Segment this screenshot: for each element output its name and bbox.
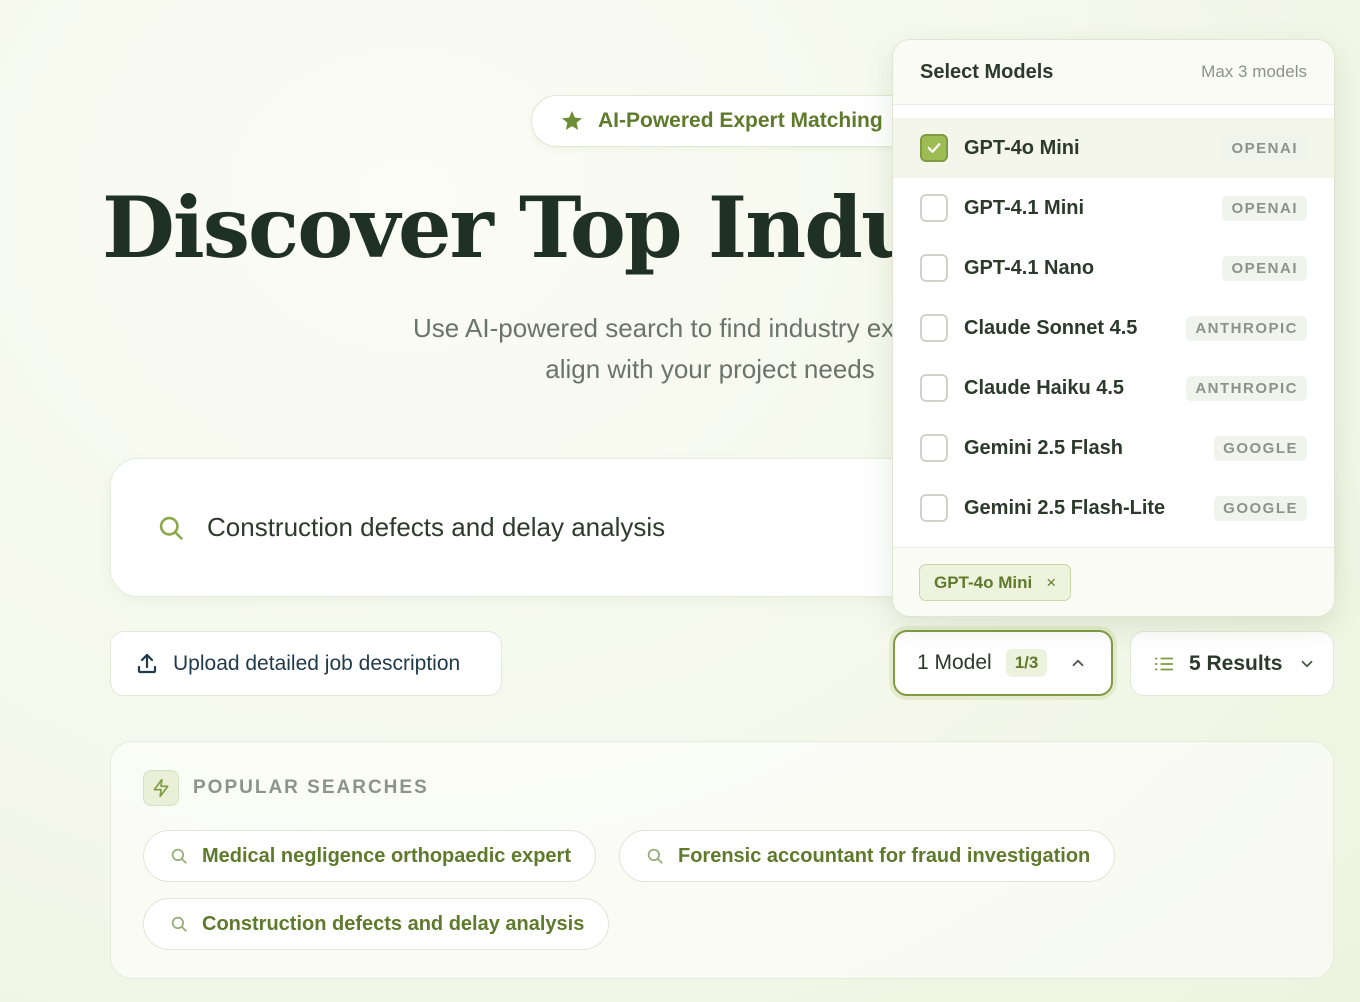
search-icon [647,848,663,864]
chip-label: Forensic accountant for fraud investigat… [678,844,1091,867]
lightning-icon [143,770,179,806]
popular-searches-title: POPULAR SEARCHES [193,777,429,798]
check-icon [927,143,941,153]
model-option-gpt-4-1-nano[interactable]: GPT-4.1 Nano OPENAI [893,238,1334,298]
model-checkbox[interactable] [920,254,948,282]
model-option-claude-haiku-4-5[interactable]: Claude Haiku 4.5 ANTHROPIC [893,358,1334,418]
model-checkbox[interactable] [920,194,948,222]
popular-searches-header: POPULAR SEARCHES [143,770,429,806]
selected-models-footer: GPT-4o Mini × [893,547,1334,616]
model-checkbox[interactable] [920,494,948,522]
upload-icon [137,653,157,673]
chevron-down-icon [1301,660,1313,667]
list-icon [1154,657,1174,670]
model-name: Claude Haiku 4.5 [964,376,1125,399]
model-name: GPT-4o Mini [964,136,1080,159]
provider-badge: OPENAI [1222,195,1307,221]
popular-searches-panel: POPULAR SEARCHES Medical negligence orth… [110,741,1334,979]
model-option-gemini-2-5-flash-lite[interactable]: Gemini 2.5 Flash-Lite GOOGLE [893,478,1334,538]
page-title-main: Discover Top Indus [102,178,967,277]
model-checkbox[interactable] [920,374,948,402]
chip-label: Construction defects and delay analysis [202,912,585,935]
upload-job-description-button[interactable]: Upload detailed job description [110,631,502,696]
results-count-button[interactable]: 5 Results [1130,631,1334,696]
model-name: Claude Sonnet 4.5 [964,316,1138,339]
star-icon [562,111,582,130]
model-name: Gemini 2.5 Flash-Lite [964,496,1166,519]
search-icon [171,848,187,864]
provider-badge: ANTHROPIC [1186,315,1307,341]
dropdown-title: Select Models [920,60,1054,83]
selected-model-label: GPT-4o Mini [934,572,1033,592]
provider-badge: OPENAI [1222,255,1307,281]
provider-badge: ANTHROPIC [1186,375,1307,401]
model-checkbox[interactable] [920,434,948,462]
search-icon [159,516,183,540]
model-option-claude-sonnet-4-5[interactable]: Claude Sonnet 4.5 ANTHROPIC [893,298,1334,358]
model-name: GPT-4.1 Mini [964,196,1085,219]
provider-badge: GOOGLE [1214,495,1307,521]
chip-label: Medical negligence orthopaedic expert [202,844,571,867]
search-icon [171,916,187,932]
search-input[interactable]: Construction defects and delay analysis [207,512,665,543]
model-option-gpt-4-1-mini[interactable]: GPT-4.1 Mini OPENAI [893,178,1334,238]
provider-badge: OPENAI [1222,135,1307,161]
model-selector-label: 1 Model [917,651,992,674]
upload-label: Upload detailed job description [173,651,461,675]
results-label: 5 Results [1189,651,1283,675]
model-checkbox[interactable] [920,314,948,342]
popular-search-chip[interactable]: Forensic accountant for fraud investigat… [619,830,1116,882]
model-checkbox[interactable] [920,134,948,162]
model-name: Gemini 2.5 Flash [964,436,1123,459]
provider-badge: GOOGLE [1214,435,1307,461]
model-option-gemini-2-5-flash[interactable]: Gemini 2.5 Flash GOOGLE [893,418,1334,478]
model-selector-button[interactable]: 1 Model 1/3 [893,630,1113,696]
model-select-dropdown: Select Models Max 3 models GPT-4o Mini O… [892,39,1335,617]
dropdown-max-note: Max 3 models [1201,62,1307,81]
model-name: GPT-4.1 Nano [964,256,1095,279]
selected-model-chip: GPT-4o Mini × [919,564,1072,601]
chevron-up-icon [1072,659,1084,667]
popular-search-chip[interactable]: Medical negligence orthopaedic expert [143,830,596,882]
remove-model-button[interactable]: × [1046,573,1056,593]
badge-label: AI-Powered Expert Matching [598,109,883,132]
model-option-gpt-4o-mini[interactable]: GPT-4o Mini OPENAI [893,118,1334,178]
dropdown-header: Select Models Max 3 models [893,40,1334,105]
popular-search-chip[interactable]: Construction defects and delay analysis [143,898,610,950]
model-list: GPT-4o Mini OPENAI GPT-4.1 Mini OPENAI G… [893,105,1334,538]
ai-matching-badge: AI-Powered Expert Matching [531,95,931,147]
model-count-badge: 1/3 [1005,649,1048,677]
